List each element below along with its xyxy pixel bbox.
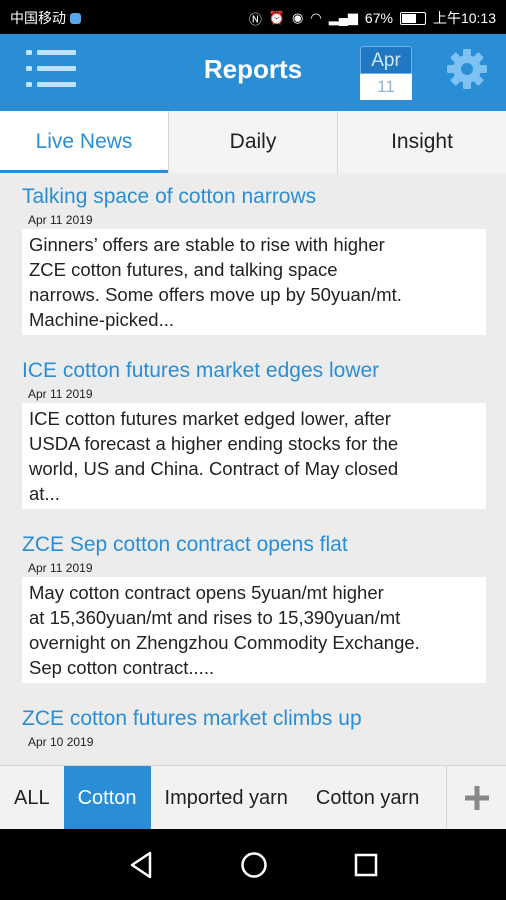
tab-daily[interactable]: Daily — [169, 111, 338, 173]
news-date: Apr 11 2019 — [28, 213, 93, 227]
calendar-month: Apr — [360, 46, 412, 74]
recents-icon — [354, 853, 378, 877]
news-date: Apr 11 2019 — [28, 561, 93, 575]
news-list[interactable]: Talking space of cotton narrows Apr 11 2… — [0, 173, 506, 765]
summary-line: USDA forecast a higher ending stocks for… — [29, 433, 399, 454]
back-button[interactable] — [126, 849, 158, 881]
settings-button[interactable] — [446, 48, 488, 90]
wifi-icon: ◠ — [310, 10, 322, 25]
system-nav-bar — [0, 829, 506, 900]
carrier-app-icon — [70, 12, 81, 24]
summary-line: Ginners’ offers are stable to rise with … — [29, 234, 385, 255]
home-button[interactable] — [238, 849, 270, 881]
calendar-button[interactable]: Apr 11 — [360, 46, 412, 100]
news-summary[interactable]: Ginners’ offers are stable to rise with … — [22, 229, 486, 335]
summary-line: world, US and China. Contract of May clo… — [29, 458, 399, 479]
summary-line: at... — [29, 483, 60, 504]
battery-icon — [399, 11, 426, 25]
news-title[interactable]: ZCE Sep cotton contract opens flat — [22, 531, 486, 559]
home-icon — [241, 852, 267, 878]
alarm-icon: ⏰ — [268, 10, 286, 25]
summary-line: ZCE cotton futures, and talking space — [29, 259, 338, 280]
summary-line: narrows. Some offers move up by 50yuan/m… — [29, 284, 402, 305]
category-cotton-yarn[interactable]: Cotton yarn — [302, 766, 433, 830]
category-scroller[interactable]: ALL Cotton Imported yarn Cotton yarn — [0, 766, 446, 830]
battery-percent: 67% — [364, 10, 393, 26]
status-right: Ⓝ ⏰ ◉ ◠ ▂▄▆ 67% 上午10:13 — [249, 8, 496, 28]
news-title[interactable]: ICE cotton futures market edges lower — [22, 357, 486, 385]
carrier-label: 中国移动 — [10, 10, 66, 26]
summary-line: May cotton contract opens 5yuan/mt highe… — [29, 582, 384, 603]
category-cotton[interactable]: Cotton — [63, 766, 151, 830]
category-all[interactable]: ALL — [0, 766, 64, 830]
status-left: 中国移动 — [10, 8, 81, 28]
gear-icon — [447, 49, 487, 89]
news-item[interactable]: Talking space of cotton narrows Apr 11 2… — [0, 173, 506, 347]
back-icon — [130, 851, 152, 879]
eye-icon: ◉ — [292, 10, 304, 25]
menu-button[interactable] — [26, 50, 76, 90]
summary-line: at 15,360yuan/mt and rises to 15,390yuan… — [29, 607, 401, 628]
news-summary[interactable]: ICE cotton futures market edged lower, a… — [22, 403, 486, 509]
news-title[interactable]: ZCE cotton futures market climbs up — [22, 705, 486, 733]
news-item[interactable]: ZCE Sep cotton contract opens flat Apr 1… — [0, 521, 506, 695]
category-bar: ALL Cotton Imported yarn Cotton yarn — [0, 765, 506, 830]
news-date: Apr 11 2019 — [28, 387, 93, 401]
report-tabs: Live News Daily Insight — [0, 111, 506, 173]
add-category-button[interactable] — [446, 766, 506, 830]
category-imported-yarn[interactable]: Imported yarn — [151, 766, 302, 830]
calendar-day: 11 — [360, 74, 412, 100]
news-title[interactable]: Talking space of cotton narrows — [22, 183, 486, 211]
app-bar: Reports Apr 11 — [0, 34, 506, 111]
nfc-icon: Ⓝ — [248, 11, 262, 27]
summary-line: ICE cotton futures market edged lower, a… — [29, 408, 391, 429]
tab-insight[interactable]: Insight — [338, 111, 506, 173]
news-summary[interactable]: May cotton contract opens 5yuan/mt highe… — [22, 577, 486, 683]
clock: 上午10:13 — [432, 10, 496, 26]
tab-live-news[interactable]: Live News — [0, 111, 169, 173]
news-item[interactable]: ICE cotton futures market edges lower Ap… — [0, 347, 506, 521]
recents-button[interactable] — [350, 849, 382, 881]
news-item[interactable]: ZCE cotton futures market climbs up Apr … — [0, 695, 506, 763]
summary-line: Sep cotton contract..... — [29, 657, 215, 678]
news-date: Apr 10 2019 — [28, 735, 94, 749]
summary-line: Machine-picked... — [29, 309, 174, 330]
status-bar: 中国移动 Ⓝ ⏰ ◉ ◠ ▂▄▆ 67% 上午10:13 — [0, 0, 506, 34]
signal-icon: ▂▄▆ — [328, 10, 358, 25]
plus-icon — [465, 786, 489, 810]
summary-line: overnight on Zhengzhou Commodity Exchang… — [29, 632, 420, 653]
